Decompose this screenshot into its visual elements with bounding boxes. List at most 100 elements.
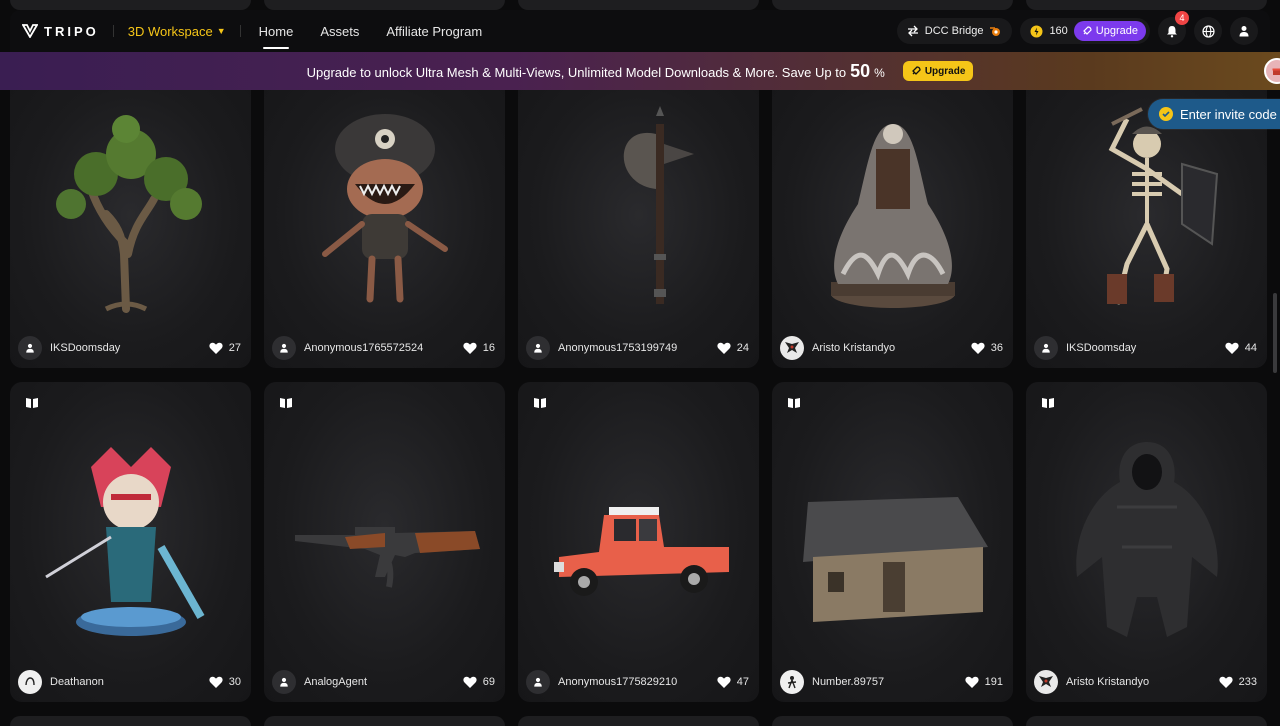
username[interactable]: Anonymous1765572524 bbox=[304, 342, 455, 354]
next-row-peek bbox=[264, 716, 505, 726]
tripo-logo-icon bbox=[22, 24, 38, 38]
banner-upgrade-button[interactable]: Upgrade bbox=[902, 61, 974, 81]
username[interactable]: IKSDoomsday bbox=[1066, 342, 1217, 354]
avatar[interactable] bbox=[1034, 670, 1058, 694]
user-icon bbox=[26, 343, 34, 353]
model-card[interactable]: Anonymous1753199749 24 bbox=[518, 90, 759, 368]
model-card[interactable]: Number.89757 191 bbox=[772, 382, 1013, 702]
book-icon bbox=[534, 398, 546, 408]
card-footer: IKSDoomsday 27 bbox=[18, 336, 241, 360]
credits-pill[interactable]: 160 Upgrade bbox=[1020, 18, 1150, 44]
like-button[interactable]: 27 bbox=[209, 342, 241, 355]
username[interactable]: Deathanon bbox=[50, 676, 201, 688]
top-nav-bar: TRIPO 3D Workspace ▼ Home Assets Affilia… bbox=[10, 10, 1270, 52]
account-button[interactable] bbox=[1230, 17, 1258, 45]
user-icon bbox=[280, 343, 288, 353]
like-button[interactable]: 44 bbox=[1225, 342, 1257, 355]
globe-icon bbox=[1201, 24, 1215, 38]
avatar[interactable] bbox=[780, 670, 804, 694]
avatar[interactable] bbox=[526, 336, 550, 360]
book-icon bbox=[26, 398, 38, 408]
like-button[interactable]: 36 bbox=[971, 342, 1003, 355]
like-button[interactable]: 233 bbox=[1219, 676, 1257, 689]
avatar[interactable] bbox=[18, 336, 42, 360]
username[interactable]: Anonymous1775829210 bbox=[558, 676, 709, 688]
username[interactable]: AnalogAgent bbox=[304, 676, 455, 688]
avatar[interactable] bbox=[272, 670, 296, 694]
model-card[interactable]: IKSDoomsday 44 bbox=[1026, 90, 1267, 368]
page: TRIPO 3D Workspace ▼ Home Assets Affilia… bbox=[0, 0, 1280, 726]
model-preview-ghost bbox=[772, 90, 1013, 328]
model-card[interactable]: Deathanon 30 bbox=[10, 382, 251, 702]
dcc-bridge-button[interactable]: DCC Bridge bbox=[896, 18, 1013, 44]
like-count: 47 bbox=[736, 676, 749, 688]
tripo-logo[interactable]: TRIPO bbox=[22, 24, 99, 39]
promo-discount: 50 bbox=[850, 60, 871, 81]
nav-assets[interactable]: Assets bbox=[320, 20, 359, 43]
like-button[interactable]: 24 bbox=[717, 342, 749, 355]
heart-icon bbox=[463, 342, 477, 354]
workspace-dropdown[interactable]: 3D Workspace ▼ bbox=[128, 24, 226, 39]
invite-code-button[interactable]: Enter invite code bbox=[1148, 99, 1280, 129]
avatar[interactable] bbox=[1034, 336, 1058, 360]
promo-text: Upgrade to unlock Ultra Mesh & Multi-Vie… bbox=[307, 61, 885, 82]
promo-message: Upgrade to unlock Ultra Mesh & Multi-Vie… bbox=[306, 64, 847, 80]
main-nav: Home Assets Affiliate Program bbox=[259, 20, 482, 49]
heart-icon bbox=[971, 342, 985, 354]
user-icon bbox=[534, 343, 542, 353]
username[interactable]: Aristo Kristandyo bbox=[812, 342, 963, 354]
notifications-button[interactable]: 4 bbox=[1158, 11, 1189, 45]
like-count: 233 bbox=[1238, 676, 1257, 688]
next-row-peek bbox=[1026, 716, 1267, 726]
rocket-icon bbox=[911, 66, 921, 75]
heart-icon bbox=[717, 342, 731, 354]
like-button[interactable]: 47 bbox=[717, 676, 749, 689]
user-icon bbox=[1239, 26, 1249, 37]
avatar[interactable] bbox=[526, 670, 550, 694]
invite-label: Enter invite code bbox=[1180, 106, 1277, 122]
nav-home[interactable]: Home bbox=[259, 20, 293, 49]
model-card[interactable]: IKSDoomsday 27 bbox=[10, 90, 251, 368]
divider bbox=[239, 25, 241, 37]
like-count: 44 bbox=[1244, 342, 1257, 354]
like-count: 24 bbox=[736, 342, 749, 354]
card-footer: Number.89757 191 bbox=[780, 670, 1003, 694]
like-button[interactable]: 30 bbox=[209, 676, 241, 689]
username[interactable]: Aristo Kristandyo bbox=[1066, 676, 1211, 688]
workspace-label: 3D Workspace bbox=[127, 23, 213, 39]
card-footer: Aristo Kristandyo 36 bbox=[780, 336, 1003, 360]
card-footer: Deathanon 30 bbox=[18, 670, 241, 694]
gift-icon bbox=[1272, 68, 1280, 75]
heart-icon bbox=[965, 676, 979, 688]
avatar[interactable] bbox=[272, 336, 296, 360]
bell-icon bbox=[1167, 25, 1177, 37]
credits-count: 160 bbox=[1049, 25, 1068, 37]
next-row-peek bbox=[518, 716, 759, 726]
book-icon bbox=[280, 398, 292, 408]
promo-percent: % bbox=[874, 65, 885, 80]
nav-affiliate-program[interactable]: Affiliate Program bbox=[386, 20, 482, 43]
model-card[interactable]: Anonymous1775829210 47 bbox=[518, 382, 759, 702]
like-button[interactable]: 191 bbox=[965, 676, 1003, 689]
like-count: 30 bbox=[228, 676, 241, 688]
brand-name: TRIPO bbox=[44, 23, 99, 39]
scrollbar-thumb[interactable] bbox=[1273, 293, 1277, 373]
card-footer: Anonymous1765572524 16 bbox=[272, 336, 495, 360]
avatar[interactable] bbox=[18, 670, 42, 694]
model-preview-monster bbox=[264, 90, 505, 328]
model-card[interactable]: Aristo Kristandyo 36 bbox=[772, 90, 1013, 368]
model-card[interactable]: AnalogAgent 69 bbox=[264, 382, 505, 702]
model-card[interactable]: Anonymous1765572524 16 bbox=[264, 90, 505, 368]
model-preview-reaper bbox=[1026, 412, 1267, 662]
username[interactable]: Anonymous1753199749 bbox=[558, 342, 709, 354]
like-button[interactable]: 16 bbox=[463, 342, 495, 355]
language-button[interactable] bbox=[1194, 17, 1222, 45]
username[interactable]: IKSDoomsday bbox=[50, 342, 201, 354]
card-footer: Anonymous1753199749 24 bbox=[526, 336, 749, 360]
avatar[interactable] bbox=[780, 336, 804, 360]
username[interactable]: Number.89757 bbox=[812, 676, 957, 688]
next-row-peek bbox=[10, 716, 251, 726]
like-button[interactable]: 69 bbox=[463, 676, 495, 689]
model-card[interactable]: Aristo Kristandyo 233 bbox=[1026, 382, 1267, 702]
upgrade-button[interactable]: Upgrade bbox=[1073, 21, 1146, 41]
